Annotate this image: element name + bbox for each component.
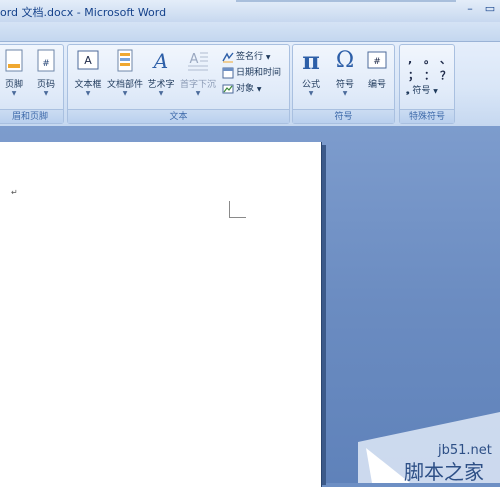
special-symbol-period[interactable]: 。	[424, 51, 435, 67]
group-text: A 文本框 ▼ 文档部件 ▼ A 艺术字 ▼ A 首字下沉 ▼ 签名行 ▼ 日期…	[67, 44, 290, 124]
footer-label: 页脚	[4, 80, 23, 90]
pi-icon: π	[302, 46, 320, 75]
dropcap-dropdown-arrow: ▼	[195, 90, 201, 97]
watermark-name: 脚本之家	[404, 460, 484, 484]
group-caption-special-symbols: 特殊符号	[400, 109, 454, 123]
ribbon: 页脚 ▼ # 页码 ▼ 眉和页脚 A 文本框 ▼ 文档部件 ▼ A 艺术字 ▼ …	[0, 42, 500, 126]
symbol-button[interactable]: Ω 符号 ▼	[329, 47, 361, 105]
object-label: 对象	[236, 84, 255, 94]
minimize-button[interactable]: –	[462, 2, 478, 18]
quick-parts-label: 文档部件	[106, 80, 143, 90]
quick-parts-dropdown-arrow: ▼	[122, 90, 128, 97]
footer-dropdown-arrow: ▼	[11, 90, 17, 97]
signature-icon	[222, 52, 234, 62]
restore-button[interactable]: ▭	[482, 2, 498, 18]
title-bar-highlight	[236, 0, 456, 2]
signature-line-dropdown-arrow: ▼	[265, 54, 271, 61]
calendar-icon	[222, 67, 234, 78]
omega-icon: Ω	[335, 48, 355, 73]
textbox-label: 文本框	[74, 80, 102, 90]
special-symbol-bullet-icon: ❟	[406, 86, 410, 96]
signature-line-label: 签名行	[236, 52, 264, 62]
svg-text:A: A	[190, 52, 199, 67]
equation-label: 公式	[301, 80, 320, 90]
group-caption-text: 文本	[68, 109, 289, 123]
title-bar: ord 文档.docx - Microsoft Word – ▭	[0, 0, 500, 22]
object-icon	[222, 84, 234, 93]
object-dropdown-arrow: ▼	[256, 86, 262, 93]
numbering-glyph: #	[373, 57, 381, 67]
symbol-label: 符号	[335, 80, 354, 90]
numbering-label: 编号	[367, 80, 386, 90]
page-number-dropdown-arrow: ▼	[43, 90, 49, 97]
dropcap-icon: A	[188, 52, 208, 71]
quick-parts-icon	[117, 49, 133, 72]
special-symbol-semicolon[interactable]: ；	[408, 67, 419, 83]
equation-button[interactable]: π 公式 ▼	[295, 47, 327, 105]
wordart-dropdown-arrow: ▼	[158, 90, 164, 97]
date-time-label: 日期和时间	[236, 68, 282, 78]
group-symbols: π 公式 ▼ Ω 符号 ▼ # 编号 符号	[292, 44, 395, 124]
special-symbol-label: 符号	[412, 86, 431, 96]
special-symbol-question[interactable]: ？	[440, 67, 451, 83]
margin-corner-mark	[229, 201, 246, 218]
special-symbol-button[interactable]: ❟ 符号 ▼	[406, 83, 438, 99]
quick-parts-button[interactable]: 文档部件 ▼	[106, 47, 144, 105]
equation-dropdown-arrow: ▼	[308, 90, 314, 97]
special-symbol-colon[interactable]: ：	[424, 67, 435, 83]
wordart-button[interactable]: A 艺术字 ▼	[144, 47, 178, 105]
svg-text:A: A	[152, 49, 168, 73]
object-button[interactable]: 对象 ▼	[222, 81, 262, 97]
paragraph-mark: ↵	[11, 188, 18, 197]
special-symbol-enumeration-comma[interactable]: 、	[440, 51, 451, 67]
numbering-button[interactable]: # 编号	[361, 47, 393, 105]
page-number-glyph: #	[42, 59, 50, 69]
special-symbol-comma[interactable]: ,	[408, 53, 412, 66]
group-caption-header-footer: 眉和页脚	[0, 109, 63, 123]
textbox-icon: A	[77, 50, 99, 70]
wordart-icon: A	[152, 49, 168, 73]
document-page[interactable]	[0, 142, 322, 487]
ribbon-tab-strip	[0, 22, 500, 42]
signature-line-button[interactable]: 签名行 ▼	[222, 49, 271, 65]
symbol-dropdown-arrow: ▼	[342, 90, 348, 97]
dropcap-button[interactable]: A 首字下沉 ▼	[178, 47, 218, 105]
window-title: ord 文档.docx - Microsoft Word	[0, 6, 167, 19]
dropcap-label: 首字下沉	[179, 80, 216, 90]
textbox-button[interactable]: A 文本框 ▼	[70, 47, 106, 105]
numbering-icon: #	[367, 51, 387, 69]
group-caption-symbols: 符号	[293, 109, 394, 123]
svg-text:A: A	[84, 54, 92, 67]
date-time-button[interactable]: 日期和时间	[222, 65, 281, 81]
textbox-dropdown-arrow: ▼	[85, 90, 91, 97]
footer-icon	[5, 49, 23, 72]
page-number-label: 页码	[36, 80, 55, 90]
footer-button[interactable]: 页脚 ▼	[0, 47, 31, 105]
group-header-footer: 页脚 ▼ # 页码 ▼ 眉和页脚	[0, 44, 64, 124]
wordart-label: 艺术字	[147, 80, 175, 90]
special-symbol-dropdown-arrow: ▼	[433, 88, 438, 95]
group-special-symbols: , 。 、 ； ： ？ ❟ 符号 ▼ 特殊符号	[399, 44, 455, 124]
page-number-icon: #	[37, 49, 55, 72]
page-number-button[interactable]: # 页码 ▼	[29, 47, 63, 105]
